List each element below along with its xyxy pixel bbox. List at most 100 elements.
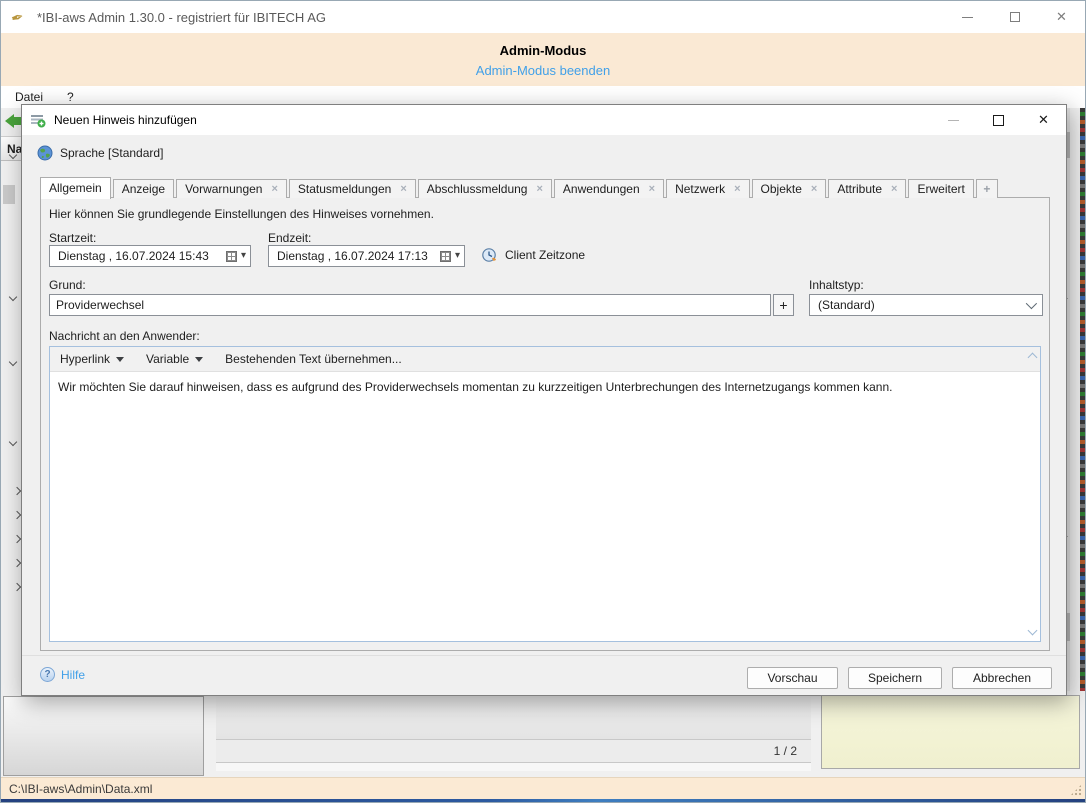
dialog-maximize-button[interactable] (976, 105, 1021, 135)
close-icon: ✕ (1038, 112, 1049, 128)
message-label: Nachricht an den Anwender: (49, 329, 200, 343)
tree-collapsed-icon[interactable] (13, 487, 21, 495)
tab-abschlussmeldung[interactable]: Abschlussmeldung× (418, 179, 552, 198)
tree-collapsed-icon[interactable] (13, 511, 21, 519)
editor-scroll-down-icon[interactable] (1028, 626, 1038, 636)
tab-label: Statusmeldungen (298, 182, 391, 196)
client-timezone-row: Client Zeitzone (481, 247, 585, 263)
panel-footer-strip (216, 763, 811, 771)
tab-statusmeldungen[interactable]: Statusmeldungen × (289, 179, 416, 198)
cancel-button[interactable]: Abbrechen (952, 667, 1052, 689)
tree-collapsed-icon[interactable] (13, 559, 21, 567)
app-window: ✒ *IBI-aws Admin 1.30.0 - registriert fü… (0, 0, 1086, 803)
window-controls: ✕ (944, 1, 1085, 33)
toolbar-button-label: Bestehenden Text übernehmen... (225, 352, 402, 366)
add-notice-dialog: Neuen Hinweis hinzufügen ✕ Sprache [Stan… (21, 104, 1067, 696)
language-label: Sprache [Standard] (60, 146, 163, 160)
window-title: *IBI-aws Admin 1.30.0 - registriert für … (37, 10, 326, 25)
tree-expander-icon[interactable] (9, 358, 17, 366)
bottom-left-panel (3, 696, 204, 776)
tab-label: Anzeige (122, 182, 165, 196)
dropdown-arrow-icon[interactable]: ▾ (241, 251, 246, 261)
editor-toolbar: Hyperlink Variable Bestehenden Text überne… (50, 347, 1040, 372)
close-icon: ✕ (1056, 9, 1067, 25)
tree-expander-icon[interactable] (9, 293, 17, 301)
dialog-close-button[interactable]: ✕ (1021, 105, 1066, 135)
start-time-value: Dienstag , 16.07.2024 15:43 (58, 249, 226, 263)
maximize-button[interactable] (991, 1, 1038, 33)
minimize-button[interactable] (944, 1, 991, 33)
reason-input[interactable] (49, 294, 771, 316)
end-time-label: Endzeit: (268, 231, 311, 245)
tab-close-icon[interactable]: × (536, 184, 542, 195)
tab-netzwerk[interactable]: Netzwerk × (666, 179, 749, 198)
notes-preview-panel (821, 695, 1080, 769)
notice-add-icon (30, 112, 46, 128)
start-time-picker[interactable]: Dienstag , 16.07.2024 15:43 ▾ (49, 245, 251, 267)
docked-panel-edge[interactable] (1080, 108, 1085, 691)
tree-collapsed-icon[interactable] (13, 583, 21, 591)
help-icon: ? (40, 667, 55, 682)
help-link[interactable]: ? Hilfe (40, 667, 85, 682)
tab-attribute[interactable]: Attribute × (828, 179, 906, 198)
tab-objekte[interactable]: Objekte× (752, 179, 827, 198)
language-row: Sprache [Standard] (37, 145, 163, 161)
reason-label: Grund: (49, 278, 86, 292)
dialog-minimize-button[interactable] (931, 105, 976, 135)
dropdown-arrow-icon (195, 357, 203, 362)
preview-button[interactable]: Vorschau (747, 667, 838, 689)
dialog-footer: ? Hilfe Vorschau Speichern Abbrechen (22, 655, 1066, 695)
tab-anwendungen[interactable]: Anwendungen × (554, 179, 664, 198)
end-time-value: Dienstag , 16.07.2024 17:13 (277, 249, 440, 263)
tab-close-icon[interactable]: × (891, 184, 897, 195)
help-label: Hilfe (61, 668, 85, 682)
intro-text: Hier können Sie grundlegende Einstellung… (49, 207, 434, 221)
tab-anzeige[interactable]: Anzeige (113, 179, 174, 198)
tab-close-icon[interactable]: × (400, 184, 406, 195)
tab-add-button[interactable]: + (976, 179, 998, 198)
calendar-icon (440, 251, 451, 262)
minimize-icon (948, 120, 959, 121)
save-button[interactable]: Speichern (848, 667, 942, 689)
end-time-picker[interactable]: Dienstag , 16.07.2024 17:13 ▾ (268, 245, 465, 267)
admin-mode-exit-link[interactable]: Admin-Modus beenden (1, 63, 1085, 78)
tab-allgemein[interactable]: Allgemein (40, 177, 111, 199)
chevron-down-icon (1026, 298, 1037, 309)
tab-vorwarnungen[interactable]: Vorwarnungen × (176, 179, 287, 198)
client-timezone-label: Client Zeitzone (505, 248, 585, 262)
page-indicator: 1 / 2 (774, 744, 797, 758)
tab-label: Vorwarnungen (185, 182, 262, 196)
resize-grip-icon[interactable] (1070, 784, 1082, 796)
toolbar-button-label: Hyperlink (60, 352, 110, 366)
quill-pen-icon: ✒ (9, 6, 31, 28)
dialog-controls: ✕ (931, 105, 1066, 135)
tab-label: Anwendungen (563, 182, 640, 196)
message-editor[interactable]: Hyperlink Variable Bestehenden Text überne… (49, 346, 1041, 642)
calendar-icon (226, 251, 237, 262)
tree-expander-icon[interactable] (9, 438, 17, 446)
toolbar-variable-button[interactable]: Variable (146, 352, 203, 366)
tree-collapsed-icon[interactable] (13, 535, 21, 543)
tab-close-icon[interactable]: × (811, 184, 817, 195)
tab-close-icon[interactable]: × (649, 184, 655, 195)
main-titlebar: ✒ *IBI-aws Admin 1.30.0 - registriert fü… (1, 1, 1085, 33)
message-text[interactable]: Wir möchten Sie darauf hinweisen, dass e… (50, 372, 1040, 402)
reason-add-button[interactable]: + (773, 294, 794, 316)
admin-mode-title: Admin-Modus (1, 43, 1085, 58)
toolbar-hyperlink-button[interactable]: Hyperlink (60, 352, 124, 366)
tab-erweitert[interactable]: Erweitert (908, 179, 973, 198)
tab-label: + (983, 182, 990, 196)
tab-close-icon[interactable]: × (734, 184, 740, 195)
content-type-value: (Standard) (818, 298, 875, 312)
maximize-icon (993, 115, 1004, 126)
toolbar-take-existing-text-button[interactable]: Bestehenden Text übernehmen... (225, 352, 402, 366)
close-button[interactable]: ✕ (1038, 1, 1085, 33)
tab-label: Allgemein (49, 181, 102, 195)
tab-panel-allgemein: Hier können Sie grundlegende Einstellung… (40, 197, 1050, 651)
tab-label: Attribute (837, 182, 882, 196)
dropdown-arrow-icon[interactable]: ▾ (455, 251, 460, 261)
tab-label: Netzwerk (675, 182, 725, 196)
taskbar-edge (1, 799, 1085, 802)
content-type-select[interactable]: (Standard) (809, 294, 1043, 316)
tab-close-icon[interactable]: × (271, 184, 277, 195)
